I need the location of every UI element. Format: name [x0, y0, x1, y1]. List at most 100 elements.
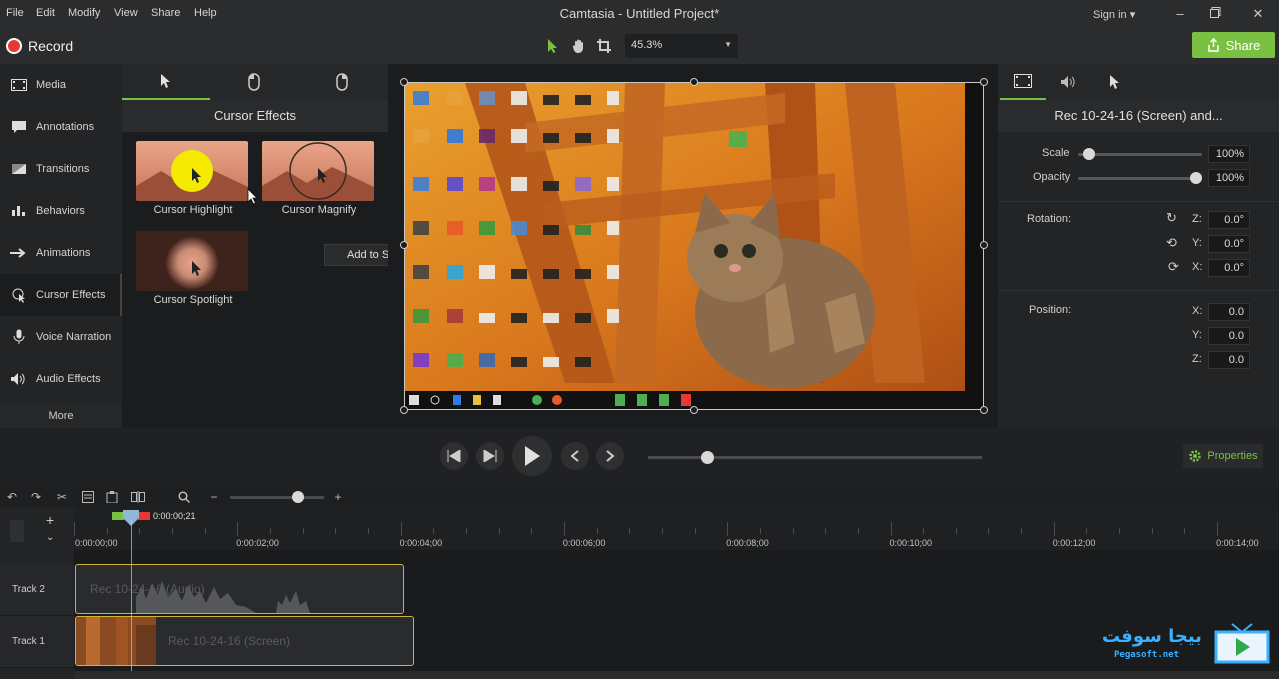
- sign-in-link[interactable]: Sign in ▾: [1093, 8, 1135, 21]
- rotation-label: Rotation:: [1027, 213, 1072, 225]
- step-forward-icon[interactable]: [476, 442, 504, 470]
- sidebar-item-voice-narration[interactable]: Voice Narration: [0, 316, 122, 358]
- effect-label: Cursor Spotlight: [153, 294, 233, 306]
- timeline: + ⌄ 0:00:00;00 0:00:02;00 0:00:04;00 0:00:0…: [0, 508, 1279, 679]
- effect-cursor-spotlight[interactable]: Cursor Spotlight: [136, 231, 250, 311]
- ruler-tick-label: 0:00:10;00: [889, 538, 933, 548]
- paste-icon[interactable]: [104, 489, 120, 505]
- properties-button[interactable]: Properties: [1183, 444, 1263, 468]
- opacity-input[interactable]: 100%: [1208, 169, 1250, 187]
- ruler-minor-tick: [433, 528, 435, 534]
- effect-cursor-magnify[interactable]: Cursor Magnify: [262, 141, 376, 221]
- ruler-minor-tick: [269, 528, 271, 534]
- step-back-icon[interactable]: [440, 442, 468, 470]
- more-button[interactable]: More: [0, 404, 122, 428]
- resize-handle-right[interactable]: [980, 241, 988, 249]
- select-tool-icon[interactable]: [542, 35, 564, 57]
- resize-handle-top-right[interactable]: [980, 78, 988, 86]
- tab-audio-properties[interactable]: [1046, 64, 1092, 100]
- ruler-minor-tick: [171, 528, 173, 534]
- ruler-minor-tick: [1021, 528, 1023, 534]
- rotation-z-input[interactable]: 0.0°: [1208, 211, 1250, 229]
- undo-icon[interactable]: ↶: [4, 489, 20, 505]
- resize-handle-bottom[interactable]: [690, 406, 698, 414]
- ruler-minor-tick: [498, 528, 500, 534]
- scrubber-thumb[interactable]: [701, 451, 714, 464]
- crop-tool-icon[interactable]: [593, 35, 615, 57]
- chevron-down-icon[interactable]: ⌄: [46, 532, 54, 543]
- cursor-magnify-thumbnail: [262, 141, 374, 201]
- maximize-icon[interactable]: [1203, 4, 1227, 24]
- sidebar-item-audio-effects[interactable]: Audio Effects: [0, 358, 122, 400]
- rotation-x-input[interactable]: 0.0°: [1208, 259, 1250, 277]
- zoom-dropdown[interactable]: 45.3% ▼: [625, 34, 738, 58]
- sidebar-item-animations[interactable]: Animations: [0, 232, 122, 274]
- record-button[interactable]: Record: [6, 36, 73, 56]
- next-marker-icon[interactable]: [596, 442, 624, 470]
- position-y-input[interactable]: 0.0: [1208, 327, 1250, 345]
- resize-handle-left[interactable]: [400, 241, 408, 249]
- rotation-y-input[interactable]: 0.0°: [1208, 235, 1250, 253]
- divider: [998, 290, 1279, 291]
- position-z-axis-label: Z:: [1192, 353, 1202, 365]
- zoom-in-icon[interactable]: +: [330, 489, 346, 505]
- tab-left-click[interactable]: [210, 64, 298, 100]
- timeline-zoom-thumb[interactable]: [292, 491, 304, 503]
- resize-handle-bottom-right[interactable]: [980, 406, 988, 414]
- sidebar-item-transitions[interactable]: Transitions: [0, 148, 122, 190]
- minimize-icon[interactable]: –: [1168, 4, 1192, 24]
- tab-right-click[interactable]: [298, 64, 386, 100]
- redo-icon[interactable]: ↷: [28, 489, 44, 505]
- resize-handle-bottom-left[interactable]: [400, 406, 408, 414]
- close-icon[interactable]: ✕: [1246, 4, 1270, 24]
- tab-cursor-pointer[interactable]: [122, 64, 210, 100]
- tab-visual-properties[interactable]: [1000, 64, 1046, 100]
- copy-icon[interactable]: [80, 489, 96, 505]
- timeline-scrollbar[interactable]: [74, 671, 1279, 679]
- effect-cursor-highlight[interactable]: Cursor Highlight: [136, 141, 250, 221]
- track-1-label[interactable]: Track 1: [0, 616, 74, 668]
- play-button[interactable]: [512, 436, 552, 476]
- audio-clip[interactable]: Rec 10-24-16 (Audio): [75, 564, 404, 614]
- sidebar-item-annotations[interactable]: Annotations: [0, 106, 122, 148]
- rotation-y-axis-label: Y:: [1192, 237, 1202, 249]
- video-canvas[interactable]: [404, 82, 984, 410]
- cursor-highlight-thumbnail: [136, 141, 248, 201]
- time-ruler[interactable]: 0:00:00;00 0:00:02;00 0:00:04;00 0:00:06;00…: [74, 508, 1279, 550]
- share-button[interactable]: Share: [1192, 32, 1275, 58]
- tab-cursor-properties[interactable]: [1092, 64, 1138, 100]
- split-icon[interactable]: [130, 489, 146, 505]
- sidebar-item-cursor-effects[interactable]: Cursor Effects: [0, 274, 122, 316]
- ruler-minor-tick: [923, 528, 925, 534]
- sidebar-item-behaviors[interactable]: Behaviors: [0, 190, 122, 232]
- zoom-out-icon[interactable]: −: [206, 489, 222, 505]
- scale-slider[interactable]: [1078, 153, 1202, 156]
- scale-slider-thumb[interactable]: [1083, 148, 1096, 160]
- scale-input[interactable]: 100%: [1208, 145, 1250, 163]
- pan-tool-icon[interactable]: [568, 35, 590, 57]
- behaviors-icon: [10, 203, 28, 219]
- add-track-icon[interactable]: +: [46, 512, 54, 528]
- screen-clip[interactable]: Rec 10-24-16 (Screen): [75, 616, 414, 666]
- resize-handle-top[interactable]: [690, 78, 698, 86]
- search-icon[interactable]: [176, 489, 192, 505]
- preview-scrubber[interactable]: [648, 456, 982, 459]
- mouse-left-click-icon: [248, 73, 260, 91]
- position-x-input[interactable]: 0.0: [1208, 303, 1250, 321]
- position-x-axis-label: X:: [1192, 305, 1203, 317]
- sidebar-item-media[interactable]: Media: [0, 64, 122, 106]
- track-2-label[interactable]: Track 2: [0, 564, 74, 616]
- ruler-minor-tick: [629, 528, 631, 534]
- previous-marker-icon[interactable]: [561, 442, 589, 470]
- playhead-handle[interactable]: [112, 510, 150, 526]
- timeline-zoom-slider[interactable]: [230, 496, 324, 499]
- opacity-slider[interactable]: [1078, 177, 1202, 180]
- resize-handle-top-left[interactable]: [400, 78, 408, 86]
- ruler-minor-tick: [335, 528, 337, 534]
- magnet-icon[interactable]: [10, 520, 24, 542]
- ruler-minor-tick: [857, 528, 859, 534]
- position-z-input[interactable]: 0.0: [1208, 351, 1250, 369]
- cut-icon[interactable]: ✂: [54, 489, 70, 505]
- ruler-minor-tick: [825, 528, 827, 534]
- opacity-slider-thumb[interactable]: [1190, 172, 1202, 184]
